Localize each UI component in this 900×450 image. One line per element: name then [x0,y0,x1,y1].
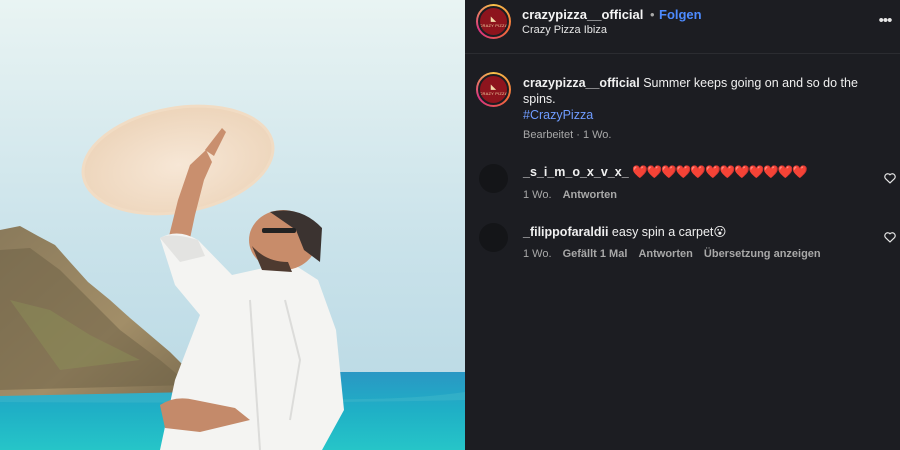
caption-text-block: crazypizza__official Summer keeps going … [523,75,883,123]
edited-label: Bearbeitet [523,129,574,141]
reply-button[interactable]: Antworten [638,248,692,260]
comment-body: ❤️❤️❤️❤️❤️❤️❤️❤️❤️❤️❤️❤️ [632,165,808,179]
heart-icon[interactable] [883,171,897,185]
brand-logo-icon: ◣ CRAZY PIZZA [478,6,509,37]
commenter-avatar[interactable] [479,223,508,252]
comment-username[interactable]: _s_i_m_o_x_v_x_ [523,165,629,179]
brand-logo-icon: ◣ CRAZY PIZZA [478,74,509,105]
profile-avatar[interactable]: ◣ CRAZY PIZZA [476,4,511,39]
comment-time[interactable]: 1 Wo. [523,189,552,201]
pizza-slice-icon: ◣ [490,14,497,23]
reply-button[interactable]: Antworten [563,189,617,201]
caption-hashtag[interactable]: #CrazyPizza [523,108,593,122]
post-location[interactable]: Crazy Pizza Ibiza [522,24,607,36]
header-username[interactable]: crazypizza__official [522,7,643,22]
post-header: ◣ CRAZY PIZZA crazypizza__official • Fol… [465,0,900,54]
avatar-brand-text: CRAZY PIZZA [479,90,508,96]
comment-text: _filippofaraldii easy spin a carpet😮 [523,224,726,240]
post-details-panel: ◣ CRAZY PIZZA crazypizza__official • Fol… [465,0,900,450]
meta-dot: · [576,129,580,141]
comment-time[interactable]: 1 Wo. [523,248,552,260]
header-separator: • [650,7,655,22]
comment-text: _s_i_m_o_x_v_x_ ❤️❤️❤️❤️❤️❤️❤️❤️❤️❤️❤️❤️ [523,164,808,180]
commenter-avatar[interactable] [479,164,508,193]
instagram-post-view: ◣ CRAZY PIZZA crazypizza__official • Fol… [0,0,900,450]
pizza-chef-image [0,0,465,450]
comment-meta: 1 Wo. Gefällt 1 Mal Antworten Übersetzun… [523,248,829,260]
caption-avatar[interactable]: ◣ CRAZY PIZZA [476,72,511,107]
follow-button[interactable]: Folgen [659,7,702,22]
likes-count[interactable]: Gefällt 1 Mal [563,248,628,260]
avatar-brand-text: CRAZY PIZZA [479,22,508,28]
translate-button[interactable]: Übersetzung anzeigen [704,248,821,260]
comment-username[interactable]: _filippofaraldii [523,225,608,239]
caption-time[interactable]: 1 Wo. [583,129,612,141]
heart-icon[interactable] [883,230,897,244]
pizza-slice-icon: ◣ [490,82,497,91]
caption-meta: Bearbeitet · 1 Wo. [523,129,611,141]
comment-body: easy spin a carpet😮 [611,225,727,239]
more-options-icon[interactable]: ••• [875,11,895,31]
post-photo[interactable] [0,0,465,450]
comment-meta: 1 Wo. Antworten [523,189,625,201]
caption-username[interactable]: crazypizza__official [523,76,640,90]
